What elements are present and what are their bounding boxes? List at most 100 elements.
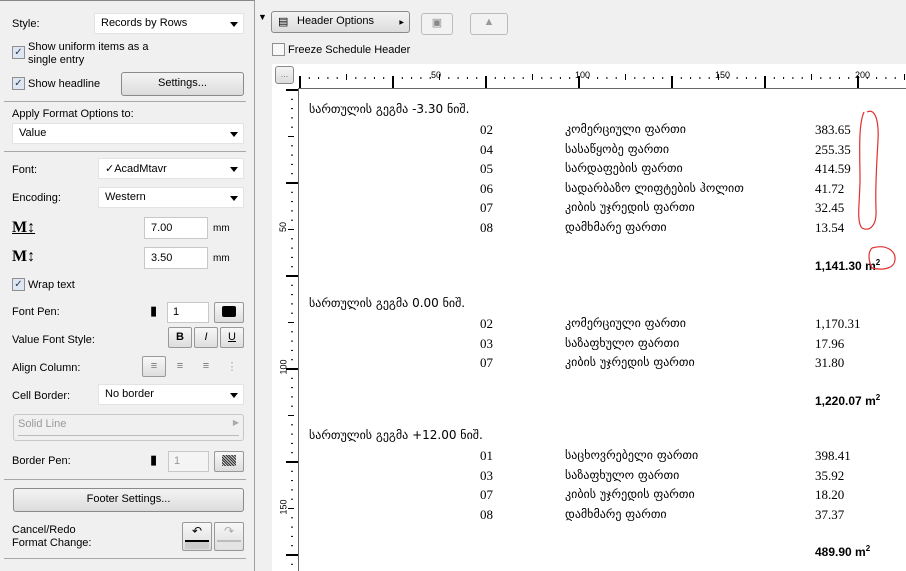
color-swatch-icon bbox=[222, 306, 236, 317]
uniform-label: Show uniform items as a single entry bbox=[28, 41, 149, 66]
border-pen-color-button[interactable] bbox=[214, 451, 244, 472]
divider bbox=[4, 479, 246, 480]
cell-name: სარდაფების ფართი bbox=[565, 161, 683, 176]
group-header: სართულის გეგმა -3.30 ნიშ. bbox=[309, 102, 470, 116]
cell-name: სასაწყობე ფართი bbox=[565, 141, 670, 156]
font-label: Font: bbox=[12, 164, 38, 176]
chevron-right-icon: ▶ bbox=[399, 20, 404, 26]
footer-settings-button[interactable]: Footer Settings... bbox=[13, 488, 244, 512]
cell-code: 07 bbox=[480, 200, 493, 216]
chevron-down-icon bbox=[230, 167, 238, 172]
font-pen-input[interactable]: 1 bbox=[167, 302, 209, 323]
style-label: Style: bbox=[12, 18, 40, 30]
chevron-right-icon: ▶ bbox=[232, 418, 239, 427]
total-value: 1,220.07 bbox=[815, 393, 862, 408]
cell-code: 05 bbox=[480, 161, 493, 177]
wrap-label: Wrap text bbox=[28, 279, 75, 291]
unit-exponent: 2 bbox=[865, 544, 871, 554]
ruler-label: 100 bbox=[575, 70, 591, 80]
cell-value: 31.80 bbox=[815, 355, 845, 371]
align-column-label: Align Column: bbox=[12, 362, 81, 374]
cell-name: სადარბაზო ლიფტების ჰოლით bbox=[565, 180, 744, 195]
cell-border-select[interactable]: No border bbox=[98, 384, 244, 405]
cell-name: კომერციული ფართი bbox=[565, 122, 686, 136]
bold-button[interactable]: B bbox=[168, 327, 192, 348]
table-icon: ▤ bbox=[278, 16, 289, 28]
redo-format-button[interactable]: ↷ bbox=[214, 522, 244, 551]
chevron-down-icon bbox=[230, 196, 238, 201]
cell-border-value: No border bbox=[105, 388, 154, 400]
text-height-input[interactable]: 7.00 bbox=[144, 217, 208, 239]
cap-height-input[interactable]: 3.50 bbox=[144, 247, 208, 269]
settings-button[interactable]: Settings... bbox=[121, 72, 244, 96]
group-header: სართულის გეგმა +12.00 ნიშ. bbox=[309, 428, 483, 442]
export-button[interactable]: ▲ bbox=[470, 13, 508, 35]
group-header: სართულის გეგმა 0.00 ნიშ. bbox=[309, 296, 466, 310]
pen-icon: ▮ bbox=[150, 303, 158, 318]
cell-value: 35.92 bbox=[815, 467, 845, 483]
fit-button[interactable]: ▣ bbox=[421, 13, 453, 35]
header-options-button[interactable]: ▤ Header Options ▶ bbox=[271, 11, 410, 33]
encoding-label: Encoding: bbox=[12, 192, 61, 204]
unit-label: mm bbox=[213, 253, 230, 264]
pen-icon: ▮ bbox=[150, 452, 158, 467]
freeze-header-label: Freeze Schedule Header bbox=[288, 44, 411, 56]
cell-name: საცხოვრებელი ფართი bbox=[565, 448, 699, 462]
wrap-checkbox[interactable]: ✓ bbox=[12, 278, 25, 291]
ruler-label: 150 bbox=[715, 70, 731, 80]
line-type-value: Solid Line bbox=[18, 418, 67, 430]
line-type-select[interactable]: Solid Line ▶ bbox=[13, 414, 244, 441]
align-right-button[interactable]: ≡ bbox=[194, 356, 218, 377]
border-pen-input[interactable]: 1 bbox=[168, 451, 209, 472]
format-change-label: Format Change: bbox=[12, 537, 92, 549]
cell-name: დამხმარე ფართი bbox=[565, 220, 667, 234]
encoding-value: Western bbox=[105, 191, 146, 203]
divider bbox=[4, 151, 246, 152]
cell-value: 18.20 bbox=[815, 487, 845, 503]
more-button[interactable]: ... bbox=[275, 66, 294, 84]
pen-color-button[interactable] bbox=[214, 302, 244, 323]
group-total: 489.90 m2 bbox=[815, 544, 870, 559]
apply-value: Value bbox=[19, 127, 47, 139]
cell-value: 398.41 bbox=[815, 448, 851, 463]
ruler-label: 200 bbox=[855, 70, 871, 80]
vruler-label: 100 bbox=[278, 359, 289, 375]
cell-value: 1,170.31 bbox=[815, 316, 861, 331]
cell-name: საზაფხულო ფართი bbox=[565, 335, 680, 350]
style-select[interactable]: Records by Rows bbox=[94, 13, 244, 34]
collapse-triangle-icon[interactable]: ▼ bbox=[258, 12, 267, 22]
ruler-ticks bbox=[299, 74, 905, 88]
undo-format-button[interactable]: ↶ bbox=[182, 522, 212, 551]
cell-code: 02 bbox=[480, 316, 493, 331]
value-font-style-label: Value Font Style: bbox=[12, 334, 95, 346]
chevron-down-icon bbox=[230, 393, 238, 398]
font-value: ✓AcadMtavr bbox=[105, 163, 167, 175]
cell-code: 07 bbox=[480, 487, 493, 503]
align-decimal-button[interactable]: ⋮ bbox=[220, 356, 244, 377]
underline-button[interactable]: U bbox=[220, 327, 244, 348]
group-total: 1,220.07 m2 bbox=[815, 393, 880, 408]
style-value: Records by Rows bbox=[101, 17, 188, 29]
vruler-label: 150 bbox=[278, 499, 289, 515]
border-pen-label: Border Pen: bbox=[12, 455, 71, 467]
align-left-button[interactable]: ≡ bbox=[142, 356, 166, 377]
pattern-swatch-icon bbox=[222, 455, 236, 466]
cell-code: 03 bbox=[480, 467, 493, 483]
cell-code: 07 bbox=[480, 355, 493, 371]
headline-checkbox[interactable]: ✓ bbox=[12, 77, 25, 90]
freeze-header-checkbox[interactable] bbox=[272, 43, 285, 56]
italic-button[interactable]: I bbox=[194, 327, 218, 348]
apply-select[interactable]: Value bbox=[12, 123, 244, 144]
font-select[interactable]: ✓AcadMtavr bbox=[98, 158, 244, 179]
cell-code: 06 bbox=[480, 180, 493, 196]
uniform-checkbox[interactable]: ✓ bbox=[12, 46, 25, 59]
cell-code: 08 bbox=[480, 220, 493, 235]
vruler-label: 50 bbox=[278, 221, 289, 233]
encoding-select[interactable]: Western bbox=[98, 187, 244, 208]
align-center-button[interactable]: ≡ bbox=[168, 356, 192, 377]
redo-preview-icon bbox=[217, 540, 241, 549]
cell-value: 37.37 bbox=[815, 506, 845, 522]
unit: m bbox=[865, 393, 876, 408]
cancel-redo-label: Cancel/Redo bbox=[12, 524, 76, 536]
undo-preview-icon bbox=[185, 540, 209, 549]
